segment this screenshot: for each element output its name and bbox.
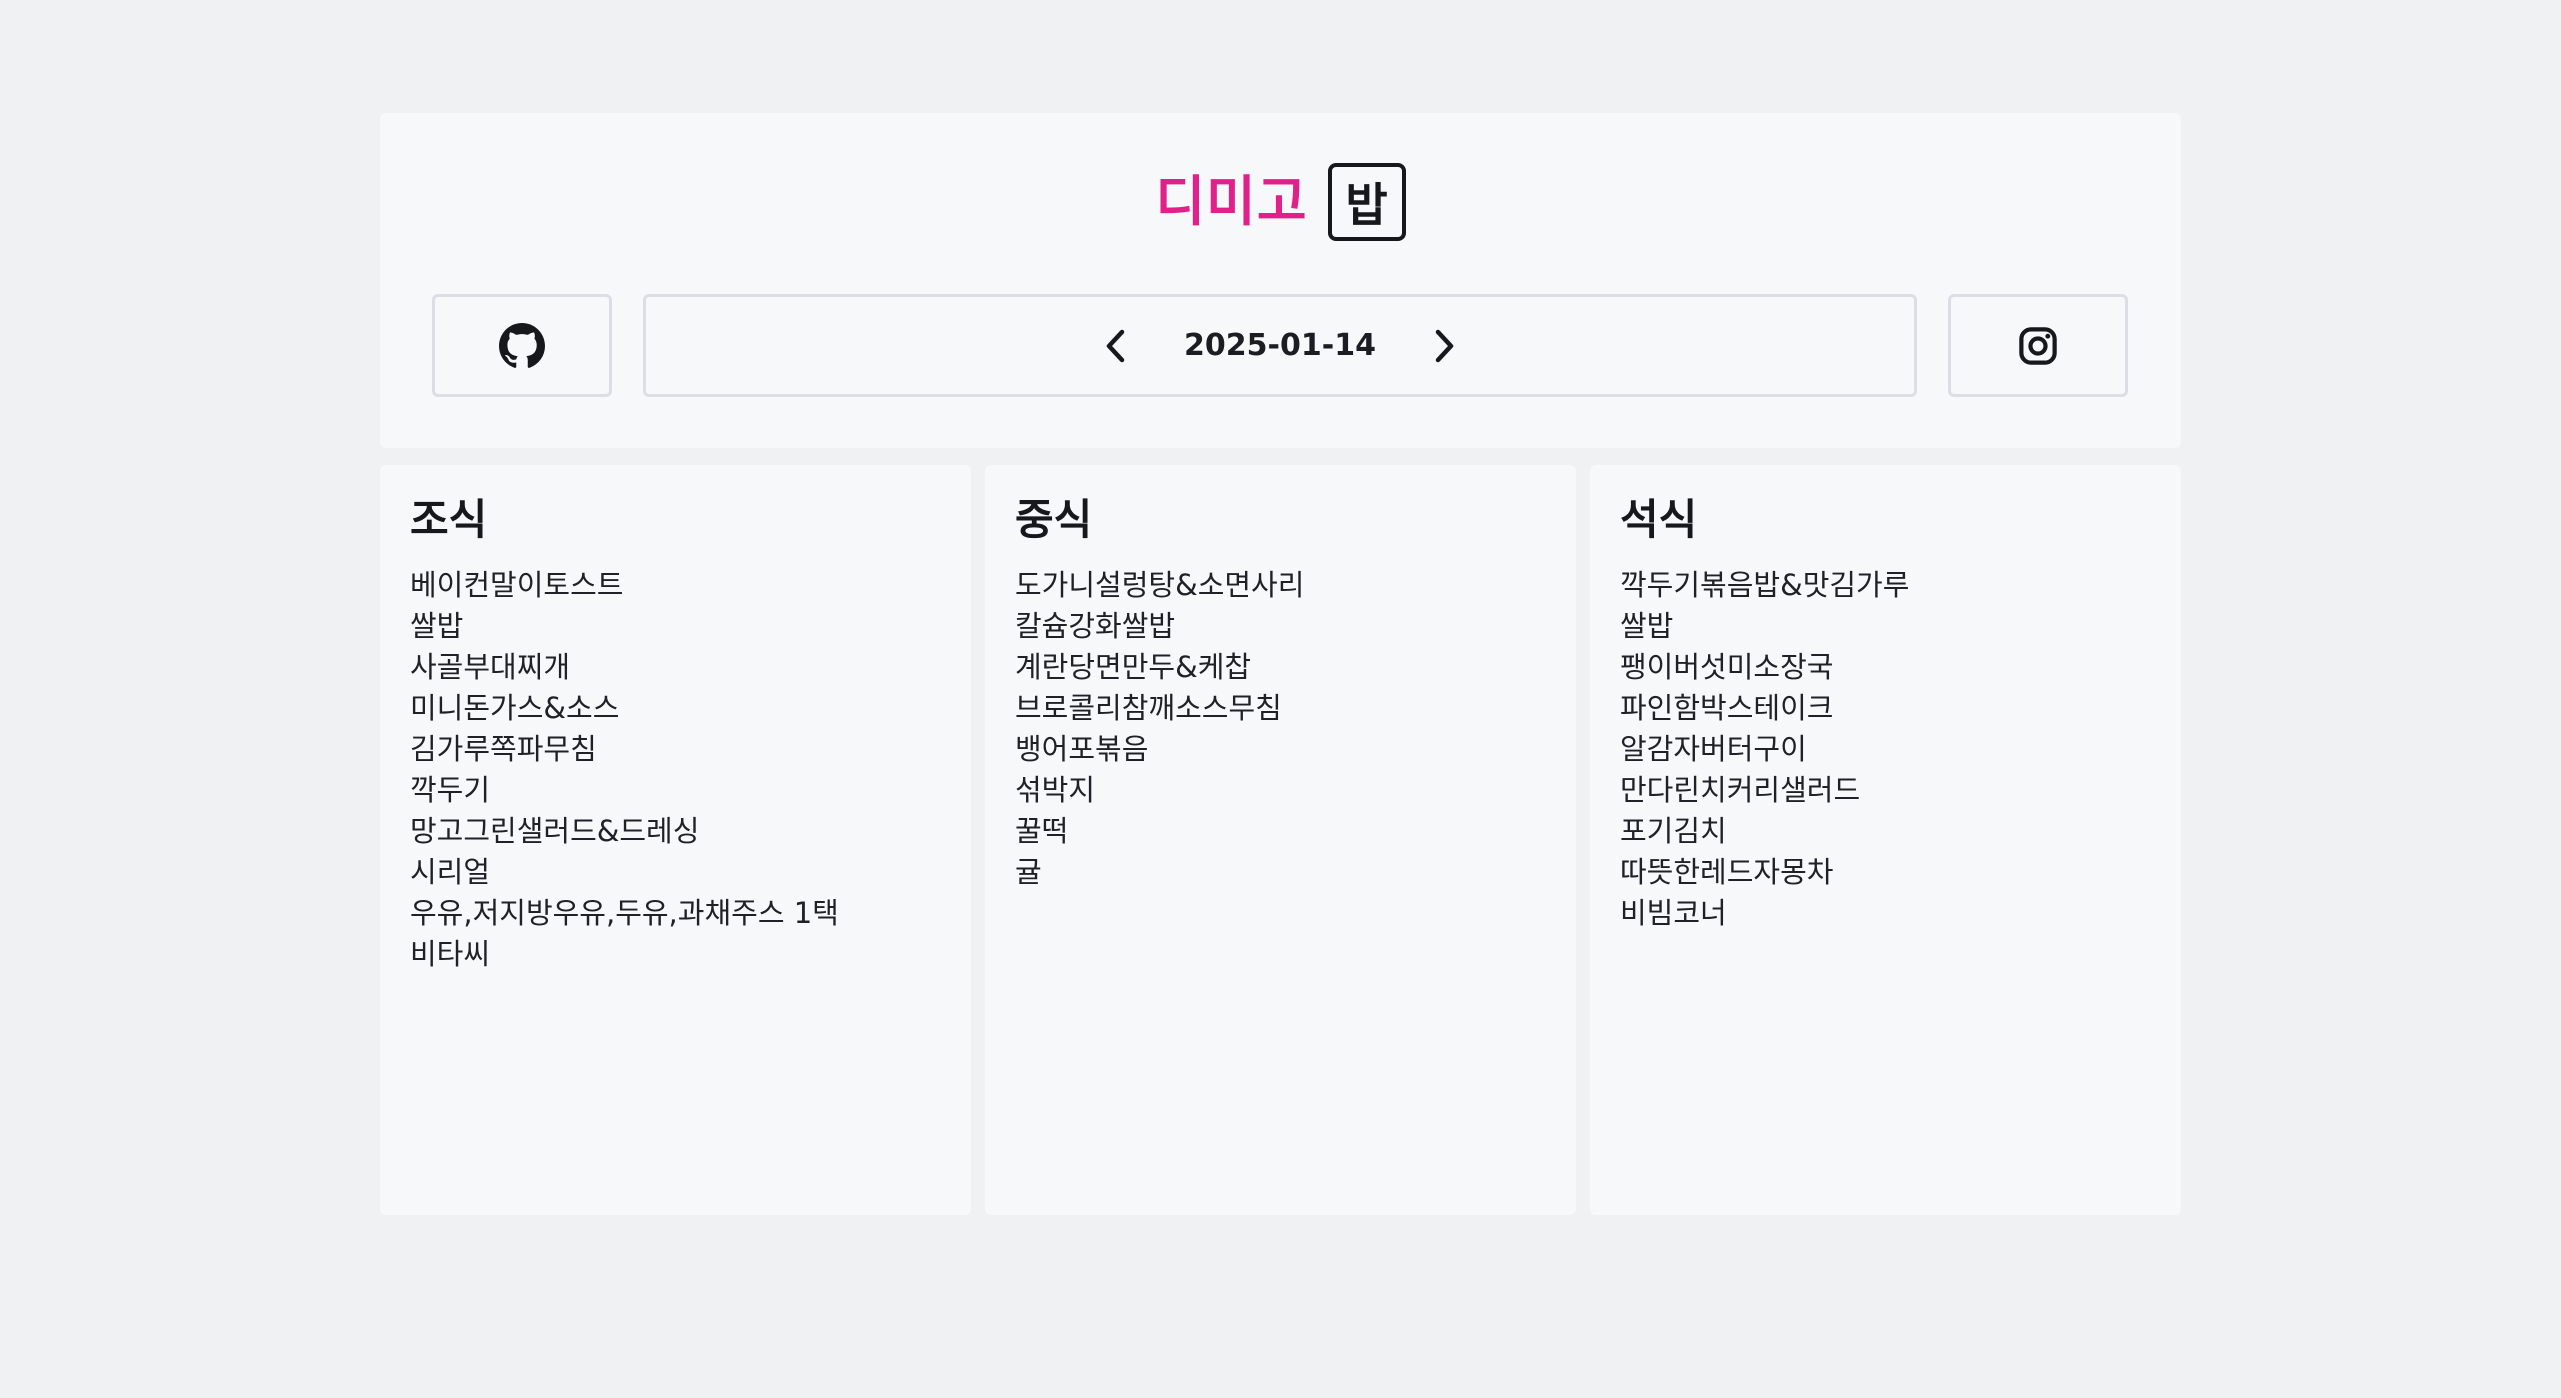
menu-item: 깍두기볶음밥&맛김가루 xyxy=(1620,568,1910,603)
menu-item: 섞박지 xyxy=(1015,773,1096,808)
menu-item: 사골부대찌개 xyxy=(410,650,571,685)
menu-item: 따뜻한레드자몽차 xyxy=(1620,855,1834,890)
dinner-card: 석식 깍두기볶음밥&맛김가루 쌀밥 팽이버섯미소장국 파인함박스테이크 알감자버… xyxy=(1590,465,2181,1215)
menu-item: 포기김치 xyxy=(1620,814,1727,849)
date-navigator: 2025-01-14 xyxy=(643,294,1917,397)
menu-item: 만다린치커리샐러드 xyxy=(1620,773,1861,808)
menu-item: 쌀밥 xyxy=(1620,609,1674,644)
menu-item: 도가니설렁탕&소면사리 xyxy=(1015,568,1305,603)
menu-item: 망고그린샐러드&드레싱 xyxy=(410,814,700,849)
breakfast-menu-list: 베이컨말이토스트 쌀밥 사골부대찌개 미니돈가스&소스 김가루쪽파무침 깍두기 … xyxy=(410,565,941,975)
menu-item: 시리얼 xyxy=(410,855,491,890)
next-day-button[interactable] xyxy=(1424,326,1464,366)
github-button[interactable] xyxy=(432,294,612,397)
logo-text: 디미고 xyxy=(1155,170,1308,233)
lunch-title: 중식 xyxy=(1015,495,1093,544)
menu-item: 뱅어포볶음 xyxy=(1015,732,1149,767)
menu-item: 브로콜리참깨소스무침 xyxy=(1015,691,1282,726)
menu-item: 베이컨말이토스트 xyxy=(410,568,624,603)
header-card: 디미고 밥 2025-01-14 xyxy=(380,113,2181,448)
instagram-icon xyxy=(2019,326,2057,365)
menu-item: 우유,저지방우유,두유,과채주스 1택 xyxy=(410,896,839,931)
breakfast-title: 조식 xyxy=(410,495,488,544)
dinner-title: 석식 xyxy=(1620,495,1698,544)
menu-item: 깍두기 xyxy=(410,773,491,808)
current-date[interactable]: 2025-01-14 xyxy=(1184,328,1376,363)
menu-item: 비빔코너 xyxy=(1620,896,1727,931)
chevron-left-icon xyxy=(1106,329,1125,362)
dinner-menu-list: 깍두기볶음밥&맛김가루 쌀밥 팽이버섯미소장국 파인함박스테이크 알감자버터구이… xyxy=(1620,565,2151,934)
menu-item: 미니돈가스&소스 xyxy=(410,691,620,726)
menu-item: 팽이버섯미소장국 xyxy=(1620,650,1834,685)
menu-item: 귤 xyxy=(1015,855,1042,890)
lunch-card: 중식 도가니설렁탕&소면사리 칼슘강화쌀밥 계란당면만두&케찹 브로콜리참깨소스… xyxy=(985,465,1576,1215)
chevron-right-icon xyxy=(1435,329,1454,362)
menu-item: 파인함박스테이크 xyxy=(1620,691,1834,726)
breakfast-card: 조식 베이컨말이토스트 쌀밥 사골부대찌개 미니돈가스&소스 김가루쪽파무침 깍… xyxy=(380,465,971,1215)
lunch-menu-list: 도가니설렁탕&소면사리 칼슘강화쌀밥 계란당면만두&케찹 브로콜리참깨소스무침 … xyxy=(1015,565,1546,893)
menu-item: 김가루쪽파무침 xyxy=(410,732,597,767)
menu-item: 계란당면만두&케찹 xyxy=(1015,650,1252,685)
menu-item: 꿀떡 xyxy=(1015,814,1069,849)
logo-box: 밥 xyxy=(1327,163,1406,241)
menu-item: 쌀밥 xyxy=(410,609,464,644)
menu-item: 알감자버터구이 xyxy=(1620,732,1807,767)
prev-day-button[interactable] xyxy=(1096,326,1136,366)
site-logo[interactable]: 디미고 밥 xyxy=(380,163,2181,241)
instagram-button[interactable] xyxy=(1948,294,2128,397)
menu-item: 비타씨 xyxy=(410,937,491,972)
github-icon xyxy=(499,322,545,368)
menu-item: 칼슘강화쌀밥 xyxy=(1015,609,1176,644)
